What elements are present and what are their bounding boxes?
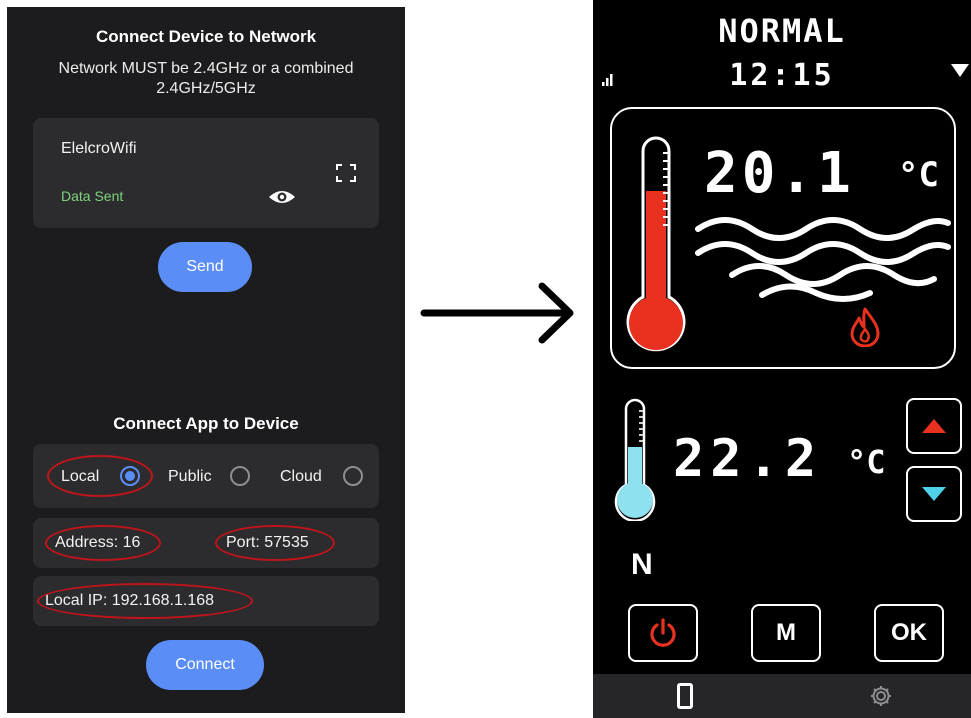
gear-icon[interactable] (869, 684, 893, 708)
setpoint-temperature: 22.2 (673, 429, 823, 489)
mode-letter: N (631, 548, 653, 581)
radio-local[interactable] (120, 466, 140, 486)
device-section-title: Connect App to Device (113, 414, 299, 433)
temp-down-button[interactable] (906, 466, 962, 522)
connect-button[interactable]: Connect (146, 640, 264, 690)
option-public-label[interactable]: Public (168, 468, 212, 486)
network-section-title: Connect Device to Network (95, 27, 317, 46)
port-value: 57535 (264, 534, 309, 551)
thermometer-hot-icon (626, 136, 686, 352)
app-screen: Connect Device to Network Network MUST b… (7, 7, 405, 713)
network-requirement-note: Network MUST be 2.4GHz or a combined 2.4… (58, 60, 354, 97)
wifi-name[interactable]: ElelcroWifi (61, 140, 137, 158)
ok-button[interactable]: OK (874, 604, 944, 662)
setpoint-unit: °C (847, 443, 886, 481)
menu-button-label: M (776, 619, 796, 646)
local-ip-card: Local IP: 192.168.1.168 (33, 576, 379, 626)
power-button[interactable] (628, 604, 698, 662)
power-icon (650, 618, 676, 647)
phone-icon[interactable] (677, 683, 693, 709)
send-button[interactable]: Send (158, 242, 252, 292)
address-port-card: Address: 16 Port: 57535 (33, 518, 379, 568)
radio-cloud[interactable] (343, 466, 363, 486)
water-temp-unit: °C (898, 155, 939, 195)
address-field[interactable]: Address: 16 (55, 534, 140, 552)
connection-type-card: Local Public Cloud (33, 444, 379, 508)
water-temperature: 20.1 (704, 141, 855, 206)
address-value: 16 (122, 534, 141, 551)
clock: 12:15 (729, 58, 835, 93)
comparison-stage: Connect Device to Network Network MUST b… (0, 0, 971, 718)
flame-icon (850, 307, 880, 347)
water-temp-panel: 20.1 °C (610, 107, 956, 369)
triangle-down-icon (922, 487, 946, 501)
option-cloud-label[interactable]: Cloud (280, 468, 322, 486)
eye-icon[interactable] (268, 188, 296, 206)
right-arrow-icon (420, 282, 574, 344)
mode-title: NORMAL (718, 12, 846, 50)
option-local-label[interactable]: Local (61, 468, 99, 486)
local-ip-field[interactable]: Local IP: 192.168.1.168 (45, 592, 214, 610)
scan-icon[interactable] (335, 162, 357, 184)
triangle-up-icon (922, 419, 946, 433)
device-display: NORMAL 12:15 20.1 °C 22.2 °C N M OK (593, 0, 971, 718)
menu-button[interactable]: M (751, 604, 821, 662)
send-status: Data Sent (61, 188, 124, 204)
port-label: Port: (226, 534, 260, 551)
signal-icon (602, 74, 613, 86)
water-waves-icon (695, 217, 951, 302)
port-field[interactable]: Port: 57535 (226, 534, 309, 552)
local-ip-label: Local IP: (45, 592, 108, 609)
temp-up-button[interactable] (906, 398, 962, 454)
radio-public[interactable] (230, 466, 250, 486)
ok-button-label: OK (891, 619, 927, 646)
wifi-card: ElelcroWifi Data Sent (33, 118, 379, 228)
bottom-nav-bar (593, 674, 971, 718)
thermometer-cold-icon (614, 398, 656, 521)
address-label: Address: (55, 534, 119, 551)
local-ip-value: 192.168.1.168 (111, 592, 215, 609)
dropdown-triangle-icon[interactable] (951, 64, 969, 78)
